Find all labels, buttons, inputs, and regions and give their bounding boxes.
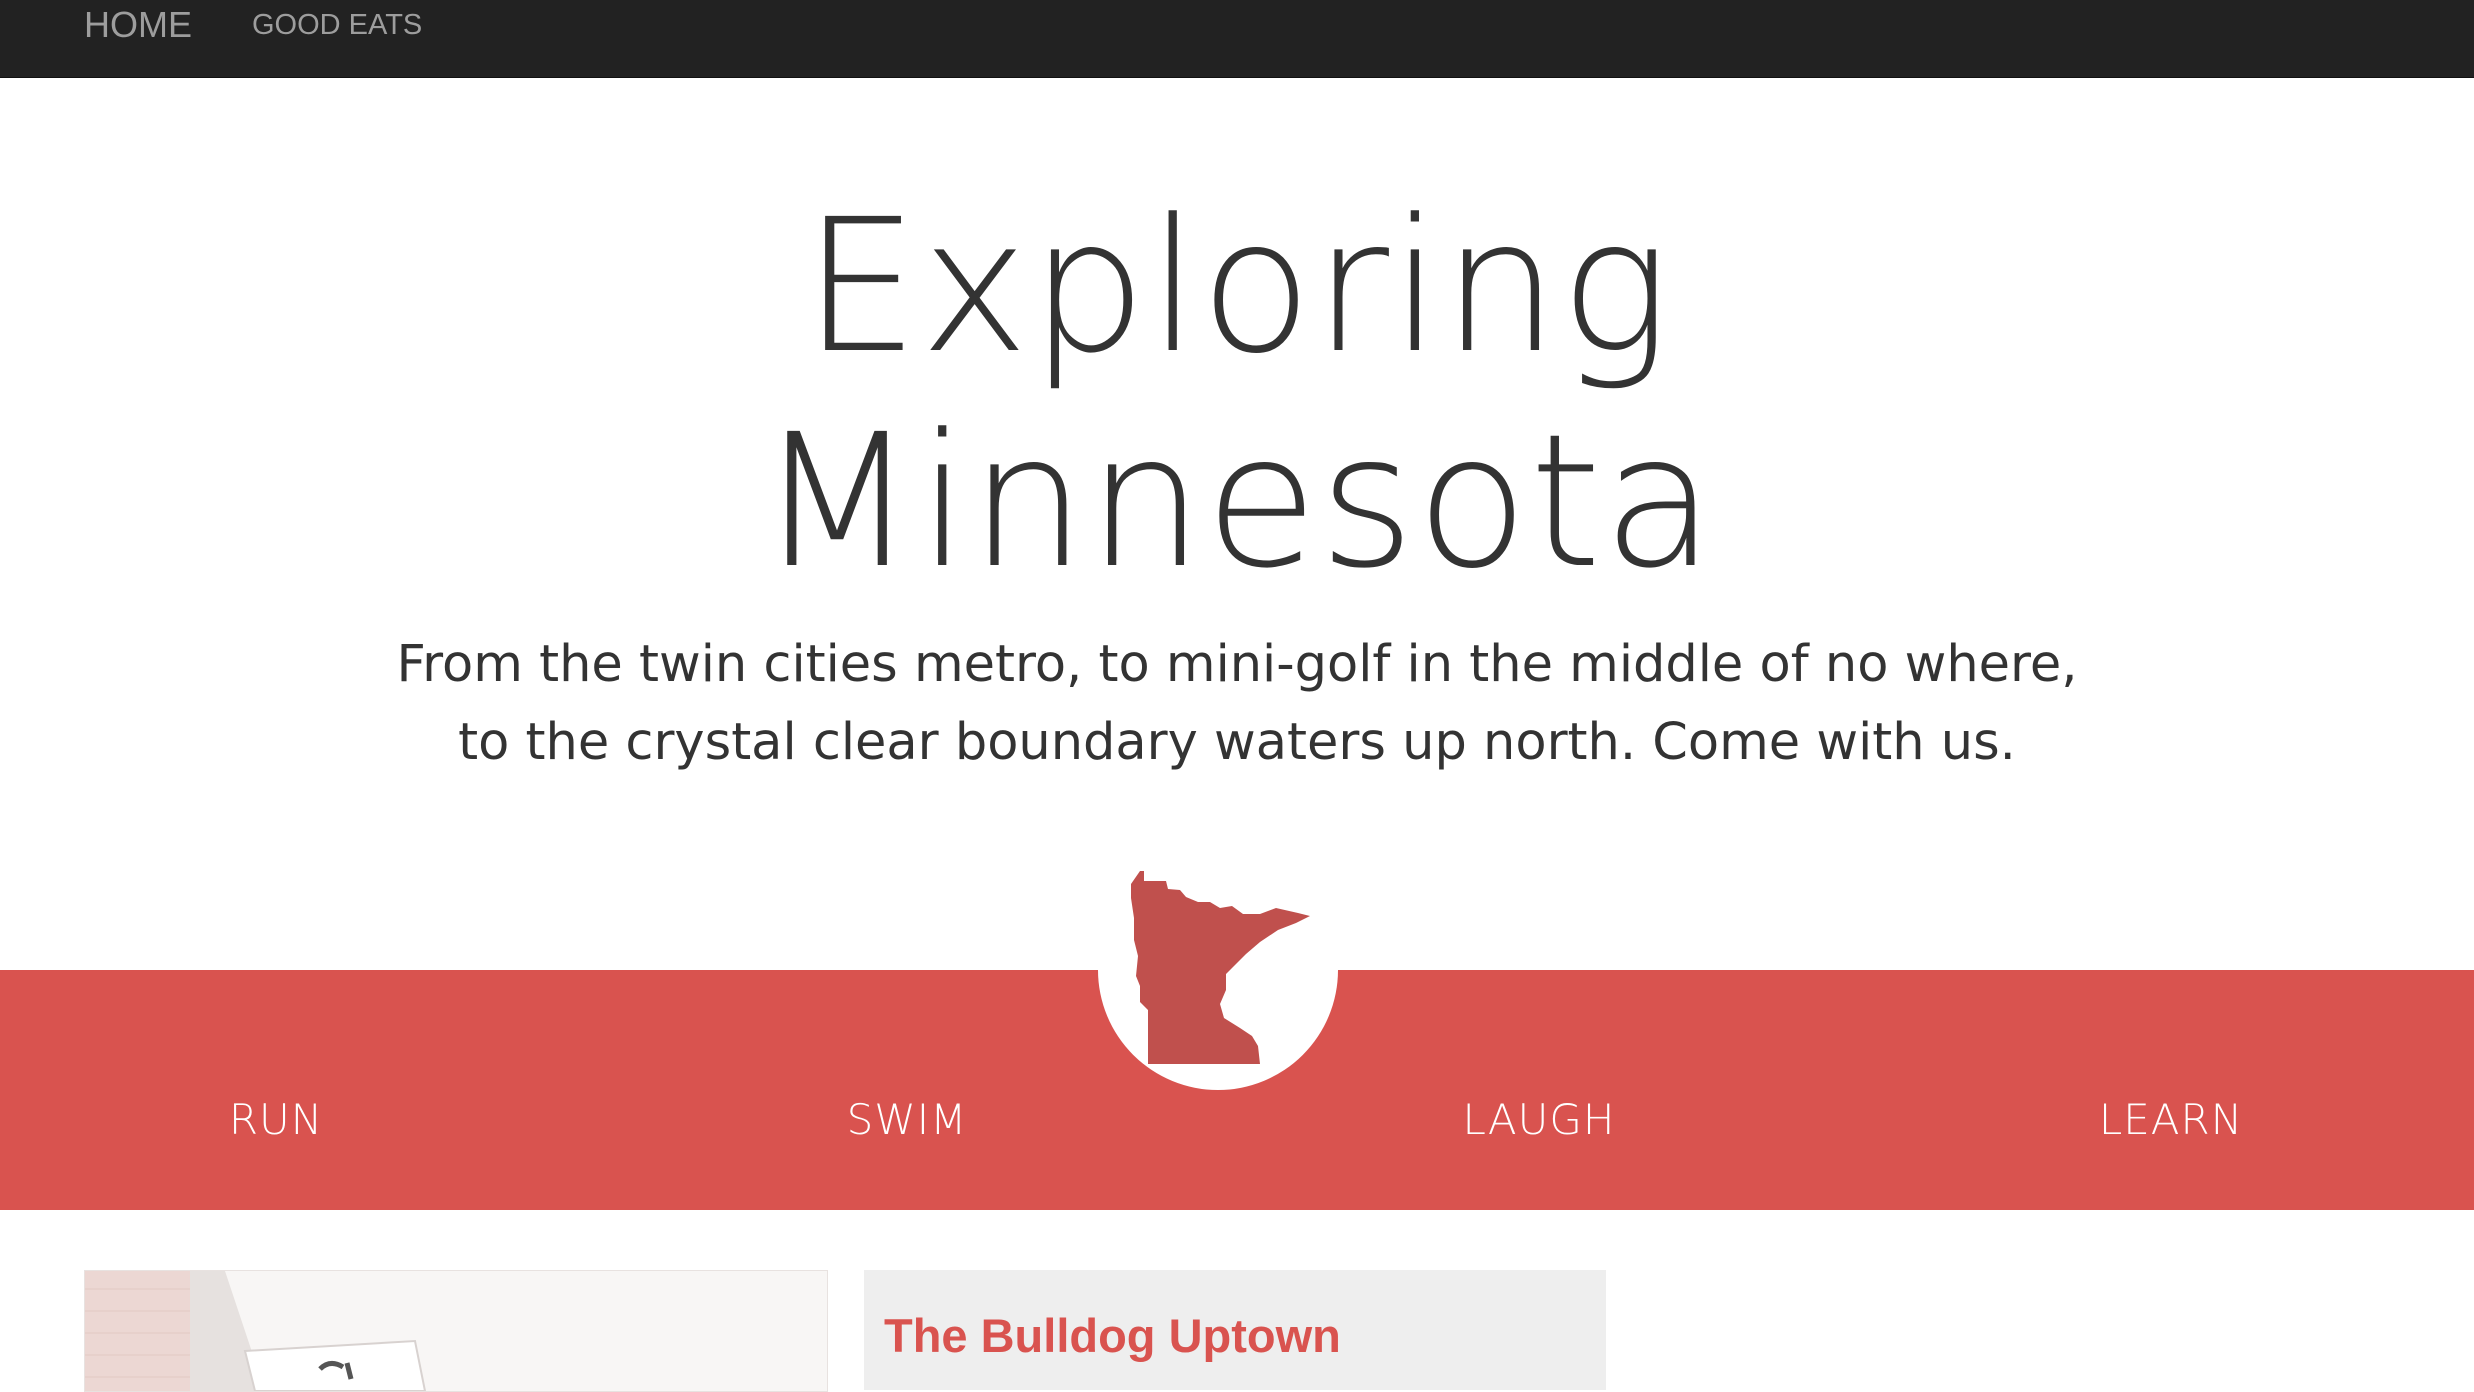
minnesota-state-icon [1131,871,1310,1064]
activity-learn[interactable]: LEARN [1971,1090,2371,1150]
nav-home-link[interactable]: HOME [84,0,192,50]
post-card-photo[interactable] [84,1270,828,1392]
top-navbar: HOME GOOD EATS [0,0,2474,78]
page-subtitle-line-1: From the twin cities metro, to mini-golf… [396,635,2078,694]
page-title-line-1: Exploring [802,180,1672,394]
page-title-line-2: Minnesota [757,395,1717,609]
post-photo-image [85,1271,827,1391]
activity-run[interactable]: RUN [76,1090,476,1150]
post-card-bulldog[interactable]: The Bulldog Uptown [864,1270,1606,1390]
post-card-title[interactable]: The Bulldog Uptown [884,1308,1341,1363]
activity-laugh[interactable]: LAUGH [1339,1090,1739,1150]
page-subtitle-line-2: to the crystal clear boundary waters up … [458,713,2016,772]
nav-good-eats-link[interactable]: GOOD EATS [252,0,422,50]
page-subtitle: From the twin cities metro, to mini-golf… [287,626,2187,782]
activity-swim[interactable]: SWIM [707,1090,1107,1150]
page-title: Exploring Minnesota [0,180,2474,610]
